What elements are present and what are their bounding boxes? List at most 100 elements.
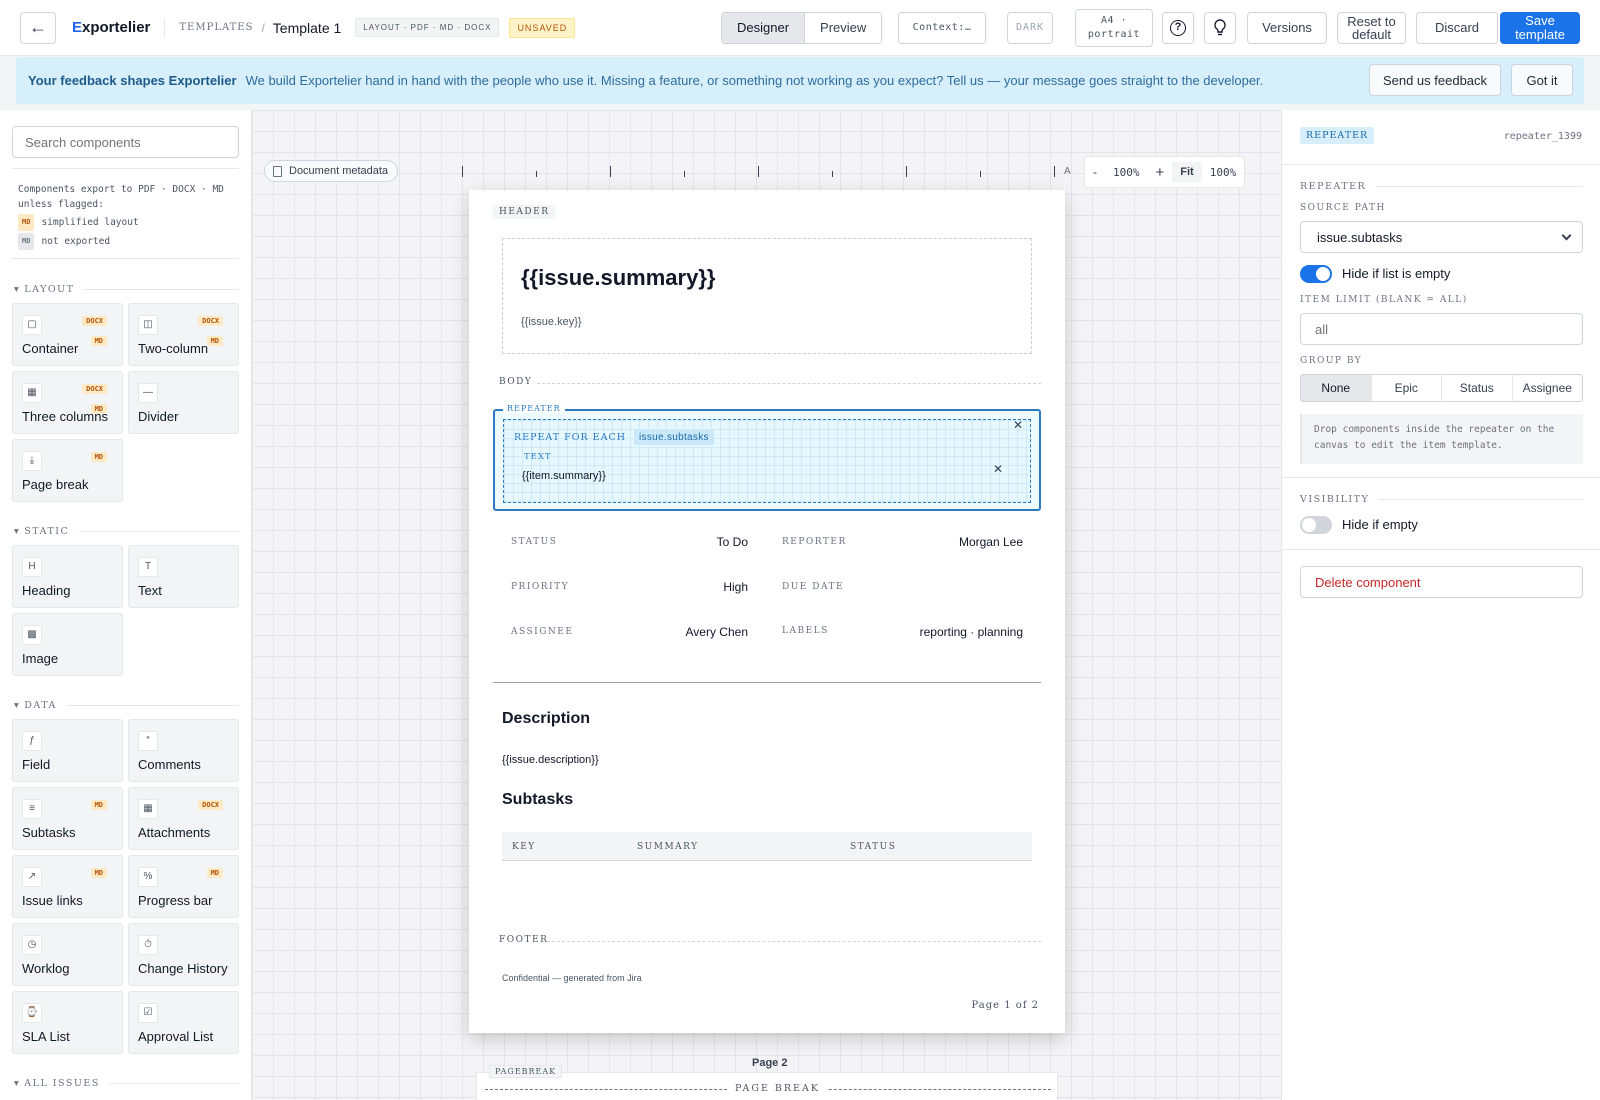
design-canvas[interactable]: Document metadata A - 100% + Fit 100% HE…	[252, 110, 1281, 1100]
section-all-issues[interactable]: ▾ ALL ISSUES	[14, 1078, 239, 1089]
back-button[interactable]: ←	[20, 11, 56, 44]
template-name[interactable]: Template 1	[273, 20, 341, 36]
reset-button[interactable]: Reset to default	[1337, 12, 1406, 44]
tips-button[interactable]	[1204, 12, 1236, 44]
item-summary-text[interactable]: {{item.summary}}	[522, 470, 606, 482]
component-attachments[interactable]: ▦ DOCX Attachments	[128, 787, 239, 850]
percent-icon: %	[138, 867, 158, 887]
component-two-column[interactable]: ◫ DOCX MD Two-column	[128, 303, 239, 366]
search-components-input[interactable]	[12, 126, 239, 158]
component-change-history[interactable]: ⏱ Change History	[128, 923, 239, 986]
discard-button[interactable]: Discard	[1416, 12, 1498, 44]
component-heading[interactable]: H Heading	[12, 545, 123, 608]
component-progress-bar[interactable]: % MD Progress bar	[128, 855, 239, 918]
page-1: HEADER {{issue.summary}} {{issue.key}} B…	[469, 190, 1065, 1033]
source-path-select[interactable]: issue.subtasks	[1300, 221, 1583, 253]
not-exported-pill: MD	[18, 233, 35, 250]
send-feedback-button[interactable]: Send us feedback	[1369, 64, 1501, 96]
banner-message: We build Exportelier hand in hand with t…	[245, 73, 1264, 88]
priority-value: High	[723, 580, 748, 594]
description-heading[interactable]: Description	[502, 710, 590, 728]
divider	[12, 168, 239, 169]
component-palette: Components export to PDF · DOCX · MD unl…	[0, 110, 252, 1100]
component-approval-list[interactable]: ☑ Approval List	[128, 991, 239, 1054]
tab-preview[interactable]: Preview	[805, 13, 882, 43]
component-text[interactable]: T Text	[128, 545, 239, 608]
component-worklog[interactable]: ◷ Worklog	[12, 923, 123, 986]
help-button[interactable]: ?	[1162, 12, 1194, 44]
description-text[interactable]: {{issue.description}}	[502, 754, 599, 766]
delete-component-button[interactable]: Delete component	[1300, 566, 1583, 598]
divider	[547, 941, 1041, 942]
list-icon: ≡	[22, 799, 42, 819]
quote-icon: “	[138, 731, 158, 751]
component-id: repeater_1399	[1503, 131, 1582, 142]
component-field[interactable]: ƒ Field	[12, 719, 123, 782]
three-columns-icon: ▦	[22, 383, 42, 403]
dismiss-banner-button[interactable]: Got it	[1511, 64, 1573, 96]
breadcrumb-templates[interactable]: TEMPLATES	[179, 22, 253, 33]
unsaved-badge: UNSAVED	[509, 17, 576, 38]
group-by-control: None Epic Status Assignee	[1300, 374, 1583, 402]
reporter-value: Morgan Lee	[958, 535, 1023, 549]
section-data[interactable]: ▾ DATA	[14, 700, 239, 711]
component-subtasks[interactable]: ≡ MD Subtasks	[12, 787, 123, 850]
theme-toggle[interactable]: DARK	[1007, 12, 1053, 44]
item-limit-input[interactable]	[1300, 313, 1583, 345]
component-page-break[interactable]: ⤓ MD Page break	[12, 439, 123, 502]
group-by-epic[interactable]: Epic	[1372, 375, 1442, 401]
zoom-fit-button[interactable]: Fit	[1172, 162, 1202, 182]
subtasks-heading[interactable]: Subtasks	[502, 791, 573, 809]
section-layout[interactable]: ▾ LAYOUT	[14, 284, 239, 295]
help-icon: ?	[1170, 20, 1186, 36]
group-by-assignee[interactable]: Assignee	[1513, 375, 1583, 401]
text-icon: T	[138, 557, 158, 577]
close-icon[interactable]: ✕	[993, 462, 1003, 476]
divider	[1282, 164, 1600, 165]
versions-button[interactable]: Versions	[1247, 12, 1327, 44]
document-icon	[273, 165, 282, 177]
component-issue-links[interactable]: ↗ MD Issue links	[12, 855, 123, 918]
component-divider[interactable]: — Divider	[128, 371, 239, 434]
repeater-block[interactable]: REPEATER REPEAT FOR EACH issue.subtasks T…	[493, 404, 1041, 511]
issue-summary-heading: {{issue.summary}}	[521, 265, 716, 290]
assignee-value: Avery Chen	[685, 625, 748, 639]
inspector-panel: REPEATER repeater_1399 REPEATER SOURCE P…	[1281, 110, 1600, 1100]
component-sla-list[interactable]: ⌚ SLA List	[12, 991, 123, 1054]
tab-designer[interactable]: Designer	[722, 13, 806, 43]
group-by-none[interactable]: None	[1301, 375, 1372, 401]
section-static[interactable]: ▾ STATIC	[14, 526, 239, 537]
document-metadata-button[interactable]: Document metadata	[264, 160, 399, 182]
zoom-actual[interactable]: 100%	[1202, 166, 1245, 179]
component-image[interactable]: ▩ Image	[12, 613, 123, 676]
watch-icon: ⌚	[22, 1003, 42, 1023]
page-number: Page 1 of 2	[971, 1000, 1039, 1011]
stopwatch-icon: ⏱	[138, 935, 158, 955]
component-comments[interactable]: “Comments	[128, 719, 239, 782]
hide-if-list-empty-toggle[interactable]	[1300, 265, 1332, 283]
subtasks-table-header[interactable]: KEY SUMMARY STATUS	[502, 832, 1032, 861]
app-brand: Exportelier	[72, 19, 151, 36]
formats-badge: LAYOUT · PDF · MD · DOCX	[355, 18, 500, 37]
divider	[12, 258, 239, 259]
function-icon: ƒ	[22, 731, 42, 751]
footer-text[interactable]: Confidential — generated from Jira	[502, 973, 642, 983]
component-three-columns[interactable]: ▦ DOCX MD Three columns	[12, 371, 123, 434]
header-block[interactable]: {{issue.summary}} {{issue.key}}	[502, 238, 1032, 354]
repeater-item-template[interactable]: REPEAT FOR EACH issue.subtasks TEXT {{ite…	[503, 418, 1031, 503]
save-template-button[interactable]: Save template	[1500, 12, 1580, 44]
close-icon[interactable]: ✕	[1013, 418, 1023, 432]
zoom-in-button[interactable]: +	[1148, 164, 1173, 181]
page-break-icon: ⤓	[22, 451, 42, 471]
image-icon: ▩	[22, 625, 42, 645]
component-container[interactable]: ▢ DOCX MD Container	[12, 303, 123, 366]
status-value: To Do	[716, 535, 748, 549]
zoom-out-button[interactable]: -	[1085, 165, 1105, 179]
paper-size-select[interactable]: A4 · portrait	[1075, 9, 1153, 47]
hide-if-empty-toggle[interactable]	[1300, 516, 1332, 534]
pagebreak-tag: PAGEBREAK	[489, 1065, 563, 1078]
header-zone-label: HEADER	[493, 205, 556, 219]
footer-zone-label: FOOTER	[493, 933, 555, 947]
context-picker[interactable]: Context:…	[898, 12, 986, 44]
group-by-status[interactable]: Status	[1442, 375, 1513, 401]
